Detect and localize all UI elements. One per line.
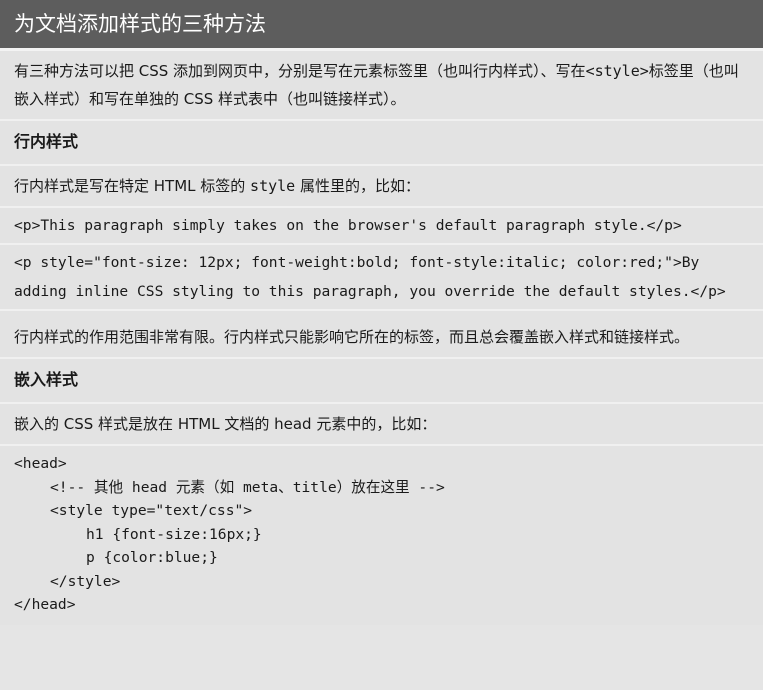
code-line: p {color:blue;} bbox=[86, 549, 218, 566]
embedded-styles-description: 嵌入的 CSS 样式是放在 HTML 文档的 head 元素中的，比如： bbox=[0, 402, 763, 444]
style-tag-code: <style> bbox=[585, 62, 649, 80]
inline-code-line-a: <p style="font-size: 12px; font-weight:b… bbox=[14, 254, 700, 271]
intro-paragraph: 有三种方法可以把 CSS 添加到网页中，分别是写在元素标签里（也叫行内样式）、写… bbox=[0, 51, 763, 119]
code-line: <head> bbox=[14, 455, 67, 472]
inline-code-example-2: <p style="font-size: 12px; font-weight:b… bbox=[0, 243, 763, 309]
code-line: </style> bbox=[50, 572, 121, 590]
code-line: h1 {font-size:16px;} bbox=[86, 525, 262, 543]
page-title: 为文档添加样式的三种方法 bbox=[0, 0, 763, 48]
inline-desc-start: 行内样式是写在特定 HTML 标签的 bbox=[14, 177, 251, 195]
inline-code-line-b: adding inline CSS styling to this paragr… bbox=[14, 283, 726, 300]
inline-styles-description: 行内样式是写在特定 HTML 标签的 style 属性里的，比如： bbox=[0, 164, 763, 206]
embedded-styles-heading: 嵌入样式 bbox=[0, 357, 763, 402]
code-line: </head> bbox=[14, 596, 76, 613]
inline-styles-heading: 行内样式 bbox=[0, 119, 763, 164]
inline-desc-end: 属性里的，比如： bbox=[295, 177, 420, 195]
intro-text-start: 有三种方法可以把 CSS 添加到网页中，分别是写在元素标签里（也叫行内样式）、写… bbox=[14, 62, 586, 80]
inline-styles-note: 行内样式的作用范围非常有限。行内样式只能影响它所在的标签，而且总会覆盖嵌入样式和… bbox=[0, 309, 763, 357]
embedded-code-block: <head> <!-- 其他 head 元素（如 meta、title）放在这里 … bbox=[0, 444, 763, 625]
style-attr-code: style bbox=[250, 177, 296, 195]
inline-code-example-1: <p>This paragraph simply takes on the br… bbox=[0, 206, 763, 243]
code-line: <!-- 其他 head 元素（如 meta、title）放在这里 --> bbox=[50, 478, 445, 496]
code-line: <style type="text/css"> bbox=[50, 502, 253, 519]
